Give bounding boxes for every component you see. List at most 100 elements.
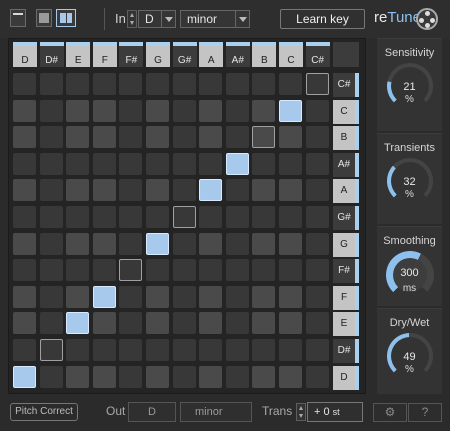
grid-cell[interactable]	[305, 126, 329, 149]
row-header-F[interactable]: F	[333, 285, 359, 310]
grid-cell[interactable]	[119, 179, 143, 202]
grid-cell[interactable]	[225, 365, 249, 388]
row-header-F-sharp[interactable]: F#	[333, 259, 359, 284]
row-header-C-sharp[interactable]: C#	[333, 73, 359, 97]
grid-cell[interactable]	[305, 365, 329, 388]
view-full-button[interactable]	[56, 9, 76, 27]
grid-cell[interactable]	[199, 285, 223, 308]
grid-cell[interactable]	[225, 179, 249, 202]
grid-cell[interactable]	[252, 312, 276, 335]
grid-cell[interactable]	[13, 179, 36, 202]
grid-cell[interactable]	[172, 365, 196, 388]
grid-cell[interactable]	[119, 232, 143, 255]
grid-cell[interactable]	[66, 206, 90, 228]
grid-cell[interactable]	[199, 126, 223, 149]
row-header-A[interactable]: A	[333, 179, 359, 204]
grid-cell[interactable]	[39, 285, 63, 308]
grid-cell[interactable]	[119, 259, 143, 282]
grid-cell[interactable]	[119, 206, 143, 228]
view-medium-button[interactable]	[36, 9, 52, 27]
grid-cell[interactable]	[13, 259, 36, 282]
grid-cell[interactable]	[305, 99, 329, 122]
grid-cell[interactable]	[146, 152, 169, 175]
grid-cell[interactable]	[66, 259, 90, 282]
grid-cell[interactable]	[119, 152, 143, 175]
settings-button[interactable]: ⚙	[373, 403, 407, 422]
grid-cell[interactable]	[252, 365, 276, 388]
grid-cell[interactable]	[225, 285, 249, 308]
grid-cell[interactable]	[13, 206, 36, 228]
grid-cell[interactable]	[146, 312, 169, 335]
grid-cell[interactable]	[199, 312, 223, 335]
grid-cell[interactable]	[172, 179, 196, 202]
grid-cell[interactable]	[39, 179, 63, 202]
grid-cell[interactable]	[279, 126, 302, 149]
grid-cell[interactable]	[92, 99, 116, 122]
grid-cell[interactable]	[199, 232, 223, 255]
row-header-D[interactable]: D	[333, 365, 359, 390]
grid-cell[interactable]	[66, 99, 90, 122]
column-header-F-sharp[interactable]: F#	[119, 42, 144, 67]
grid-cell[interactable]	[66, 285, 90, 308]
grid-cell[interactable]	[172, 126, 196, 149]
grid-cell[interactable]	[66, 152, 90, 175]
grid-cell[interactable]	[13, 339, 36, 361]
grid-cell[interactable]	[305, 312, 329, 335]
grid-cell[interactable]	[13, 99, 36, 122]
grid-cell[interactable]	[279, 285, 302, 308]
grid-cell[interactable]	[13, 152, 36, 175]
grid-cell[interactable]	[146, 365, 169, 388]
grid-cell[interactable]	[225, 152, 249, 175]
grid-cell[interactable]	[39, 152, 63, 175]
out-scale-select[interactable]: minor	[180, 402, 252, 422]
grid-cell[interactable]	[92, 73, 116, 95]
grid-cell[interactable]	[225, 232, 249, 255]
grid-cell[interactable]	[172, 259, 196, 282]
grid-cell[interactable]	[66, 73, 90, 95]
grid-cell[interactable]	[39, 99, 63, 122]
grid-cell[interactable]	[39, 232, 63, 255]
row-header-D-sharp[interactable]: D#	[333, 339, 359, 363]
grid-cell[interactable]	[92, 339, 116, 361]
grid-cell[interactable]	[39, 206, 63, 228]
grid-cell[interactable]	[92, 259, 116, 282]
grid-cell[interactable]	[66, 365, 90, 388]
column-header-D-sharp[interactable]: D#	[39, 42, 64, 67]
grid-cell[interactable]	[225, 312, 249, 335]
grid-cell[interactable]	[199, 339, 223, 361]
grid-cell[interactable]	[305, 179, 329, 202]
column-header-A-sharp[interactable]: A#	[225, 42, 250, 67]
column-header-C[interactable]: C	[279, 42, 303, 67]
row-header-C[interactable]: C	[333, 99, 359, 124]
grid-cell[interactable]	[146, 99, 169, 122]
grid-cell[interactable]	[225, 73, 249, 95]
grid-cell[interactable]	[279, 259, 302, 282]
grid-cell[interactable]	[92, 126, 116, 149]
grid-cell[interactable]	[252, 232, 276, 255]
grid-cell[interactable]	[305, 73, 329, 95]
grid-cell[interactable]	[252, 126, 276, 149]
column-header-A[interactable]: A	[199, 42, 224, 67]
column-header-G-sharp[interactable]: G#	[172, 42, 197, 67]
row-header-A-sharp[interactable]: A#	[333, 152, 359, 177]
grid-cell[interactable]	[199, 206, 223, 228]
grid-cell[interactable]	[92, 365, 116, 388]
grid-cell[interactable]	[279, 152, 302, 175]
grid-cell[interactable]	[146, 259, 169, 282]
grid-cell[interactable]	[305, 339, 329, 361]
grid-cell[interactable]	[66, 232, 90, 255]
grid-cell[interactable]	[279, 206, 302, 228]
grid-cell[interactable]	[92, 179, 116, 202]
grid-cell[interactable]	[252, 99, 276, 122]
grid-cell[interactable]	[92, 152, 116, 175]
column-header-E[interactable]: E	[66, 42, 91, 67]
grid-cell[interactable]	[199, 73, 223, 95]
grid-cell[interactable]	[172, 99, 196, 122]
grid-cell[interactable]	[199, 259, 223, 282]
grid-cell[interactable]	[252, 285, 276, 308]
grid-cell[interactable]	[39, 339, 63, 361]
grid-cell[interactable]	[305, 206, 329, 228]
grid-cell[interactable]	[146, 285, 169, 308]
grid-cell[interactable]	[252, 206, 276, 228]
grid-cell[interactable]	[172, 206, 196, 228]
